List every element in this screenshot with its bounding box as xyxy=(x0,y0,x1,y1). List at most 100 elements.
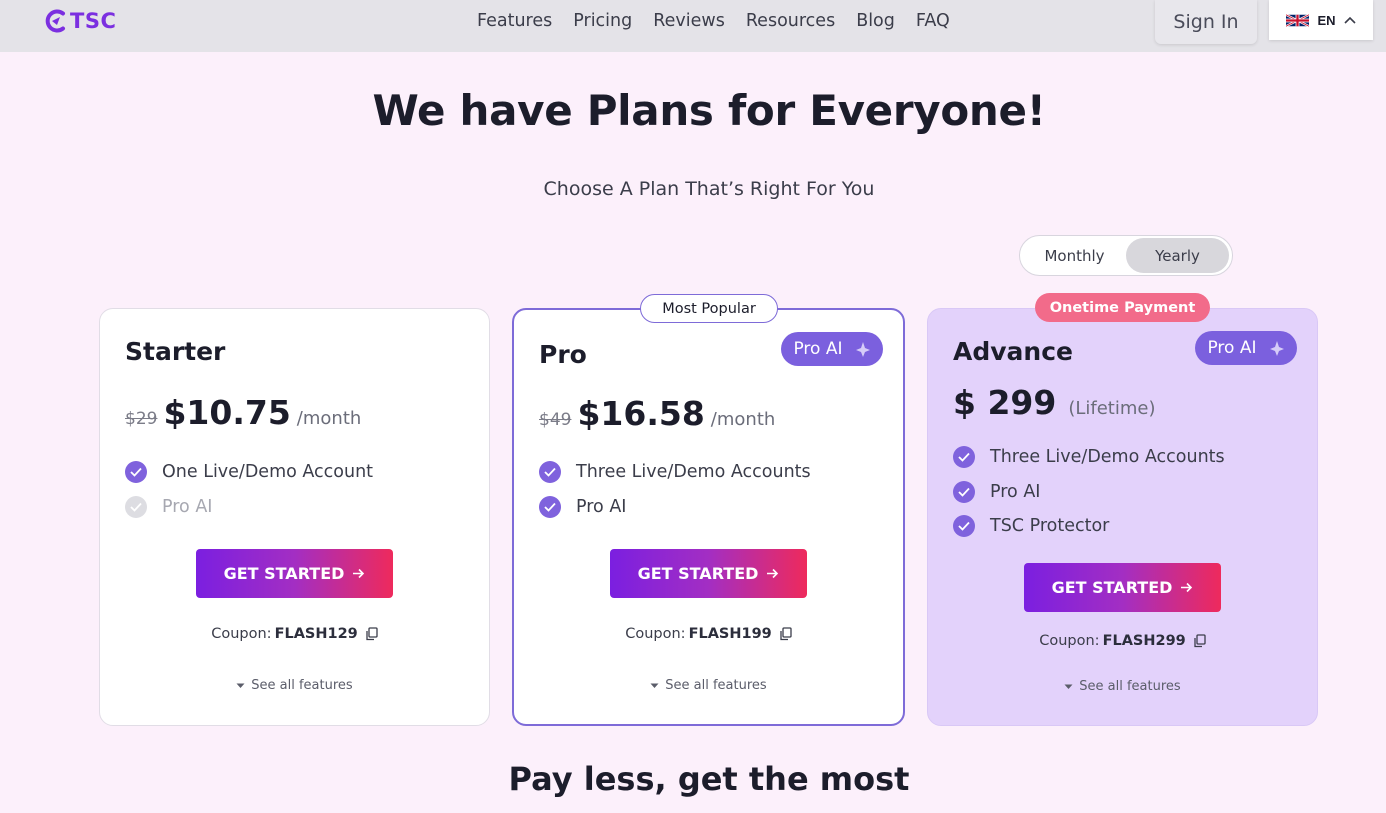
get-started-button[interactable]: GET STARTED xyxy=(1024,563,1221,612)
plan-name: Pro xyxy=(539,340,587,369)
feature-item: One Live/Demo Account xyxy=(125,461,373,483)
feature-text: Three Live/Demo Accounts xyxy=(990,447,1225,467)
coupon-code: FLASH129 xyxy=(274,626,358,642)
check-circle-icon xyxy=(125,461,147,483)
coupon-line: Coupon: FLASH199 xyxy=(514,626,903,642)
language-selector[interactable]: EN xyxy=(1269,0,1373,40)
toggle-option-monthly[interactable]: Monthly xyxy=(1023,238,1126,273)
check-circle-icon xyxy=(539,461,561,483)
price-row: $29 $10.75 /month xyxy=(125,393,361,432)
plan-name: Starter xyxy=(125,337,226,366)
feature-item: Three Live/Demo Accounts xyxy=(953,446,1225,468)
see-all-label: See all features xyxy=(665,678,767,693)
brand-logo[interactable]: TSC xyxy=(44,8,116,34)
feature-text: TSC Protector xyxy=(990,516,1110,536)
cta-label: GET STARTED xyxy=(223,564,345,583)
coupon-code: FLASH299 xyxy=(1102,633,1186,649)
sign-in-button[interactable]: Sign In xyxy=(1155,0,1257,44)
arrow-right-icon xyxy=(1181,582,1193,593)
feature-list: Three Live/Demo Accounts Pro AI xyxy=(539,461,811,530)
page-subtitle: Choose A Plan That’s Right For You xyxy=(543,178,875,200)
pro-ai-label: Pro AI xyxy=(1207,338,1257,358)
language-code: EN xyxy=(1317,12,1336,28)
feature-item: Three Live/Demo Accounts xyxy=(539,461,811,483)
feature-item: Pro AI xyxy=(125,495,373,518)
nav-link-blog[interactable]: Blog xyxy=(856,11,895,31)
tsc-logo-icon xyxy=(45,9,65,33)
page-title: We have Plans for Everyone! xyxy=(372,86,1046,135)
plan-card-starter: Starter $29 $10.75 /month One Live/Demo … xyxy=(99,308,490,726)
nav-link-faq[interactable]: FAQ xyxy=(916,11,950,31)
feature-text: Three Live/Demo Accounts xyxy=(576,462,811,482)
top-navigation-bar: TSC Features Pricing Reviews Resources B… xyxy=(0,0,1386,52)
feature-text: One Live/Demo Account xyxy=(162,462,374,482)
get-started-button[interactable]: GET STARTED xyxy=(610,549,807,598)
uk-flag-icon xyxy=(1286,13,1310,27)
coupon-code: FLASH199 xyxy=(688,626,772,642)
discounted-price: $10.75 xyxy=(163,393,291,432)
toggle-option-yearly[interactable]: Yearly xyxy=(1126,238,1229,273)
copy-icon[interactable] xyxy=(365,627,378,641)
feature-text: Pro AI xyxy=(576,496,627,517)
check-circle-icon xyxy=(953,515,975,537)
section-heading: Pay less, get the most xyxy=(508,760,910,798)
copy-icon[interactable] xyxy=(779,627,792,641)
chevron-up-icon xyxy=(1343,16,1356,24)
billing-period: /month xyxy=(710,409,776,430)
discounted-price: $16.58 xyxy=(577,394,705,433)
see-all-label: See all features xyxy=(1079,679,1181,694)
original-price: $29 xyxy=(125,409,158,429)
main-nav: Features Pricing Reviews Resources Blog … xyxy=(477,8,971,34)
chevron-down-icon xyxy=(1064,684,1073,689)
see-all-label: See all features xyxy=(251,678,353,693)
see-all-features-toggle[interactable]: See all features xyxy=(514,678,903,693)
most-popular-badge: Most Popular xyxy=(640,294,778,323)
see-all-features-toggle[interactable]: See all features xyxy=(100,678,489,693)
nav-link-resources[interactable]: Resources xyxy=(746,11,835,31)
feature-list: One Live/Demo Account Pro AI xyxy=(125,461,373,530)
get-started-button[interactable]: GET STARTED xyxy=(196,549,393,598)
chevron-down-icon xyxy=(650,683,659,688)
onetime-payment-badge: Onetime Payment xyxy=(1035,293,1210,322)
nav-link-features[interactable]: Features xyxy=(477,11,552,31)
coupon-label: Coupon: xyxy=(1039,633,1100,649)
pro-ai-tag: Pro AI xyxy=(1195,331,1297,365)
check-circle-icon xyxy=(953,446,975,468)
check-circle-icon xyxy=(539,495,561,518)
arrow-right-icon xyxy=(767,568,779,579)
coupon-line: Coupon: FLASH129 xyxy=(100,626,489,642)
plan-card-advance: Onetime Payment Pro AI Advance $ 299 (Li… xyxy=(927,293,1318,726)
original-price: $49 xyxy=(539,410,572,430)
coupon-label: Coupon: xyxy=(625,626,686,642)
cta-label: GET STARTED xyxy=(637,564,759,583)
feature-item: Pro AI xyxy=(539,495,811,518)
nav-link-reviews[interactable]: Reviews xyxy=(653,11,725,31)
feature-list: Three Live/Demo Accounts Pro AI TSC Prot… xyxy=(953,446,1225,550)
coupon-label: Coupon: xyxy=(211,626,272,642)
plan-name: Advance xyxy=(953,337,1073,366)
feature-item: TSC Protector xyxy=(953,515,1225,537)
check-circle-icon xyxy=(953,480,975,503)
billing-period: (Lifetime) xyxy=(1068,398,1156,419)
billing-period: /month xyxy=(296,408,362,429)
chevron-down-icon xyxy=(236,683,245,688)
price-row: $ 299 (Lifetime) xyxy=(953,383,1156,422)
feature-text: Pro AI xyxy=(990,481,1041,502)
coupon-line: Coupon: FLASH299 xyxy=(928,633,1317,649)
arrow-right-icon xyxy=(353,568,365,579)
pro-ai-tag: Pro AI xyxy=(781,332,883,366)
sparkle-icon xyxy=(855,342,870,357)
billing-period-toggle: Monthly Yearly xyxy=(1019,235,1233,276)
copy-icon[interactable] xyxy=(1193,634,1206,648)
cta-label: GET STARTED xyxy=(1051,578,1173,597)
lifetime-price: $ 299 xyxy=(953,383,1057,422)
nav-link-pricing[interactable]: Pricing xyxy=(573,11,632,31)
logo-text: TSC xyxy=(70,9,117,33)
check-circle-icon xyxy=(125,495,147,518)
plan-card-pro: Most Popular Pro AI Pro $49 $16.58 /mont… xyxy=(512,294,905,726)
price-row: $49 $16.58 /month xyxy=(539,394,775,433)
see-all-features-toggle[interactable]: See all features xyxy=(928,679,1317,694)
feature-text: Pro AI xyxy=(162,496,213,517)
feature-item: Pro AI xyxy=(953,480,1225,503)
pro-ai-label: Pro AI xyxy=(793,339,843,359)
